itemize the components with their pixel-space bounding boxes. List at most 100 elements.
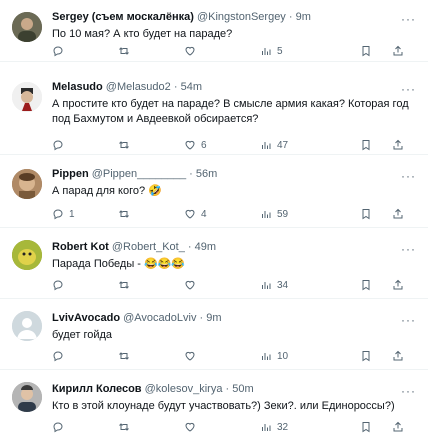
- views-count: 59: [277, 208, 289, 220]
- views-button[interactable]: 10: [260, 349, 288, 363]
- author-name[interactable]: Robert Kot: [52, 241, 109, 253]
- retweet-button[interactable]: [118, 138, 135, 152]
- views-button[interactable]: 34: [260, 278, 288, 292]
- like-button[interactable]: [184, 420, 201, 434]
- tweet-actions: 34: [52, 278, 414, 292]
- tweet-text: будет гойда: [52, 329, 113, 341]
- bookmark-button[interactable]: [360, 349, 372, 363]
- more-horizontal-icon[interactable]: ···: [401, 385, 416, 397]
- retweet-button[interactable]: [118, 278, 135, 292]
- tweet[interactable]: Sergey (съем москалёнка) @KingstonSergey…: [0, 0, 428, 62]
- avatar[interactable]: [12, 12, 42, 42]
- avatar[interactable]: [12, 240, 42, 270]
- tweet-time[interactable]: 49m: [195, 241, 216, 253]
- reply-button[interactable]: [52, 44, 69, 58]
- share-button[interactable]: [392, 278, 404, 292]
- more-horizontal-icon[interactable]: ···: [401, 243, 416, 255]
- like-button[interactable]: 6: [184, 138, 207, 152]
- bookmark-button[interactable]: [360, 278, 372, 292]
- tweet[interactable]: Кирилл Колесов @kolesov_kirya · 50m Кто …: [0, 370, 428, 448]
- bookmark-button[interactable]: [360, 207, 372, 221]
- tweet-actions: 32: [52, 420, 414, 434]
- avatar[interactable]: [12, 169, 42, 199]
- retweet-button[interactable]: [118, 420, 135, 434]
- more-horizontal-icon[interactable]: ···: [401, 314, 416, 326]
- tweet-time[interactable]: 54m: [181, 81, 202, 93]
- retweet-icon: [119, 352, 129, 360]
- heart-icon: [185, 280, 195, 290]
- author-name[interactable]: Кирилл Колесов: [52, 383, 142, 395]
- reply-button[interactable]: [52, 278, 69, 292]
- tweet[interactable]: Melasudo @Melasudo2 · 54m А простите кто…: [0, 62, 428, 155]
- author-handle[interactable]: @KingstonSergey: [197, 11, 286, 23]
- tweet-header: Robert Kot @Robert_Kot_ · 49m: [52, 240, 418, 254]
- author-handle[interactable]: @Melasudo2: [106, 81, 171, 93]
- views-icon: [262, 48, 271, 55]
- more-horizontal-icon[interactable]: ···: [401, 13, 416, 25]
- reply-button[interactable]: [52, 349, 69, 363]
- tweet[interactable]: Pippen @Pippen________ · 56m А парад для…: [0, 155, 428, 228]
- views-icon: [262, 142, 271, 149]
- like-button[interactable]: [184, 44, 201, 58]
- bookmark-button[interactable]: [360, 138, 372, 152]
- views-button[interactable]: 59: [260, 207, 288, 221]
- tweet[interactable]: LvivAvocado @AvocadoLviv · 9m будет гойд…: [0, 299, 428, 370]
- author-handle[interactable]: @Robert_Kot_: [112, 241, 185, 253]
- avatar[interactable]: [12, 311, 42, 341]
- author-name[interactable]: Pippen: [52, 168, 89, 180]
- tweet-header: Кирилл Колесов @kolesov_kirya · 50m: [52, 382, 418, 396]
- tweet-time[interactable]: 9m: [206, 312, 221, 324]
- views-button[interactable]: 32: [260, 420, 288, 434]
- bookmark-icon: [362, 351, 370, 362]
- share-button[interactable]: [392, 138, 404, 152]
- author-handle[interactable]: @AvocadoLviv: [123, 312, 196, 324]
- author-name[interactable]: Melasudo: [52, 81, 103, 93]
- like-button[interactable]: [184, 278, 201, 292]
- reply-count: 1: [69, 208, 75, 220]
- share-icon: [393, 279, 403, 290]
- author-handle[interactable]: @Pippen________: [92, 168, 186, 180]
- views-count: 47: [277, 139, 289, 151]
- tweet-time[interactable]: 50m: [232, 383, 253, 395]
- reply-button[interactable]: [52, 138, 69, 152]
- more-horizontal-icon[interactable]: ···: [401, 83, 416, 95]
- tweet-text: Парада Победы - 😂😂😂: [52, 258, 186, 270]
- separator-dot: ·: [173, 81, 178, 93]
- bookmark-icon: [362, 422, 370, 433]
- views-button[interactable]: 5: [260, 44, 283, 58]
- like-button[interactable]: 4: [184, 207, 207, 221]
- heart-icon: [185, 46, 195, 56]
- author-handle[interactable]: @kolesov_kirya: [145, 383, 223, 395]
- author-name[interactable]: Sergey (съем москалёнка): [52, 11, 194, 23]
- share-button[interactable]: [392, 207, 404, 221]
- tweet-time[interactable]: 56m: [196, 168, 217, 180]
- share-button[interactable]: [392, 420, 404, 434]
- reply-button[interactable]: [52, 420, 69, 434]
- share-button[interactable]: [392, 44, 404, 58]
- tweet-text: А простите кто будет на параде? В смысле…: [52, 98, 409, 125]
- bookmark-button[interactable]: [360, 420, 372, 434]
- separator-dot: ·: [288, 11, 293, 23]
- more-horizontal-icon[interactable]: ···: [401, 170, 416, 182]
- retweet-button[interactable]: [118, 207, 135, 221]
- reply-button[interactable]: 1: [52, 207, 75, 221]
- tweet-time[interactable]: 9m: [296, 11, 311, 23]
- views-icon: [262, 211, 271, 218]
- avatar[interactable]: [12, 82, 42, 112]
- bookmark-button[interactable]: [360, 44, 372, 58]
- views-button[interactable]: 47: [260, 138, 288, 152]
- reply-icon: [53, 280, 63, 291]
- retweet-button[interactable]: [118, 349, 135, 363]
- separator-dot: ·: [187, 241, 192, 253]
- share-button[interactable]: [392, 349, 404, 363]
- tweet[interactable]: Robert Kot @Robert_Kot_ · 49m Парада Поб…: [0, 228, 428, 299]
- views-count: 5: [277, 45, 283, 57]
- tweet-header: Sergey (съем москалёнка) @KingstonSergey…: [52, 10, 418, 24]
- avatar[interactable]: [12, 382, 42, 412]
- author-name[interactable]: LvivAvocado: [52, 312, 120, 324]
- reply-icon: [53, 422, 63, 433]
- like-button[interactable]: [184, 349, 201, 363]
- retweet-button[interactable]: [118, 44, 135, 58]
- separator-dot: ·: [199, 312, 204, 324]
- retweet-icon: [119, 210, 129, 218]
